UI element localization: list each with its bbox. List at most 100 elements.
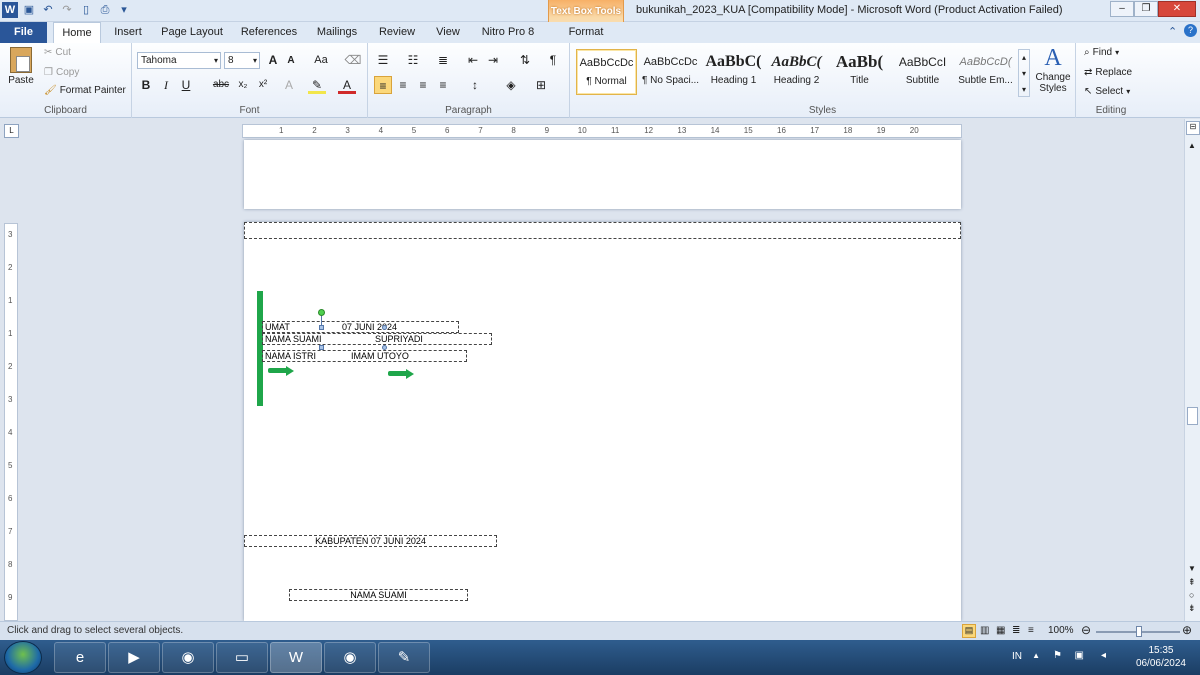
outline-icon[interactable]: ≣ [1012,625,1020,636]
numbering-icon[interactable]: ☷ [404,51,422,69]
flag-icon[interactable]: ⚑ [1053,650,1062,661]
tab-nitro[interactable]: Nitro Pro 8 [476,22,540,43]
text-effects-icon[interactable]: A [280,76,298,94]
tab-references[interactable]: References [236,22,302,43]
multilevel-list-icon[interactable]: ≣ [434,51,452,69]
change-styles-button[interactable]: A Change Styles [1032,45,1074,94]
scrollbar-thumb[interactable] [1187,407,1198,425]
tab-review[interactable]: Review [372,22,422,43]
close-button[interactable]: ✕ [1158,1,1196,17]
style-heading-1[interactable]: AaBbC( Heading 1 [703,49,764,95]
tab-view[interactable]: View [430,22,466,43]
style-subtitle[interactable]: AaBbCcI Subtitle [892,49,953,95]
show-formatting-button[interactable]: ¶ [544,51,562,69]
vertical-ruler[interactable]: 3 2 1 1 2 3 4 5 6 7 8 9 [4,223,18,621]
grow-font-button[interactable]: A [264,51,282,69]
new-doc-icon[interactable]: ▯ [78,2,94,18]
shading-icon[interactable]: ◈ [502,76,520,94]
clock[interactable]: 15:35 06/06/2024 [1136,644,1186,670]
resize-handle[interactable] [382,345,387,350]
draft-icon[interactable]: ≡ [1028,625,1034,636]
istri-textbox[interactable]: NAMA ISTRI IMAM UTOYO [262,350,467,362]
paint-icon[interactable]: ✎ [378,642,430,673]
ribbon-minimize-icon[interactable]: ⌃ [1168,25,1177,38]
align-center-icon[interactable]: ≡ [394,76,412,94]
borders-icon[interactable]: ⊞ [532,76,550,94]
language-indicator[interactable]: IN [1012,651,1022,662]
style-title[interactable]: AaBb( Title [829,49,890,95]
paste-button[interactable]: Paste [6,47,36,86]
show-hidden-icons[interactable]: ▲ [1032,651,1040,660]
replace-button[interactable]: ⇄ Replace [1084,67,1132,78]
italic-button[interactable]: I [157,76,175,94]
resize-handle[interactable] [319,345,324,350]
style-subtle-emphasis[interactable]: AaBbCcD( Subtle Em... [955,49,1016,95]
word-app-icon[interactable]: W [2,2,18,18]
volume-icon[interactable]: ◂ [1101,650,1106,661]
restore-button[interactable]: ❐ [1134,1,1158,17]
file-explorer-icon[interactable]: ▭ [216,642,268,673]
tab-file[interactable]: File [0,22,47,43]
shrink-font-button[interactable]: A [282,52,300,70]
previous-page[interactable] [244,140,961,209]
styles-scroll[interactable]: ▴ ▾ ▾ [1018,49,1030,97]
customize-icon[interactable]: ▾ [116,2,132,18]
vertical-scrollbar[interactable]: ⊟ ▲ ▼ ⇞ ○ ⇟ [1184,119,1200,621]
sort-icon[interactable]: ⇅ [516,51,534,69]
umat-textbox[interactable]: UMAT 07 JUNI 2024 [262,321,459,333]
copy-button[interactable]: ❐ Copy [44,67,79,78]
rotation-handle[interactable] [318,309,325,316]
full-screen-reading-icon[interactable]: ▥ [980,625,989,636]
change-case-button[interactable]: Aa [308,51,334,69]
previous-page-icon[interactable]: ⇞ [1188,577,1196,588]
tab-insert[interactable]: Insert [108,22,148,43]
clear-formatting-icon[interactable]: ⌫ [344,51,362,69]
increase-indent-icon[interactable]: ⇥ [484,51,502,69]
style-normal[interactable]: AaBbCcDc ¶ Normal [576,49,637,95]
help-icon[interactable]: ? [1184,24,1197,37]
print-layout-icon[interactable]: ▤ [962,624,976,638]
web-layout-icon[interactable]: ▦ [996,625,1005,636]
tab-format[interactable]: Format [556,22,616,43]
font-name-combo[interactable]: Tahoma ▾ [137,52,221,69]
ie-icon[interactable]: e [54,642,106,673]
scroll-up-icon[interactable]: ▲ [1188,141,1196,150]
subscript-button[interactable]: x₂ [234,76,252,94]
tab-mailings[interactable]: Mailings [310,22,364,43]
chrome-icon[interactable]: ◉ [324,642,376,673]
justify-icon[interactable]: ≡ [434,76,452,94]
format-painter-button[interactable]: 🖌 Format Painter [44,85,126,96]
cut-button[interactable]: ✂ Cut [44,47,71,58]
decrease-indent-icon[interactable]: ⇤ [464,51,482,69]
tab-page-layout[interactable]: Page Layout [158,22,226,43]
minimize-button[interactable]: – [1110,1,1134,17]
redo-icon[interactable]: ↷ [59,2,75,18]
horizontal-ruler[interactable]: 1 2 3 4 5 6 7 8 9 10 11 12 13 14 15 16 17 18 19 20 [242,124,962,138]
zoom-slider-knob[interactable] [1136,626,1142,637]
next-page-icon[interactable]: ⇟ [1188,603,1196,614]
header-region[interactable] [244,222,961,239]
underline-button[interactable]: U [177,76,195,94]
save-icon[interactable]: ▣ [21,2,37,18]
resize-handle[interactable] [382,325,387,330]
print-preview-icon[interactable]: ⎙ [97,2,113,18]
highlight-icon[interactable]: ✎ [308,76,326,94]
undo-icon[interactable]: ↶ [40,2,56,18]
strikethrough-button[interactable]: abc [208,76,234,94]
find-button[interactable]: ⌕ Find ▾ [1084,47,1119,58]
resize-handle[interactable] [319,325,324,330]
style-heading-2[interactable]: AaBbC( Heading 2 [766,49,827,95]
browse-object-icon[interactable]: ○ [1189,590,1194,600]
start-button[interactable] [4,641,42,674]
kabupaten-textbox[interactable]: KABUPATEN 07 JUNI 2024 [244,535,497,547]
network-icon[interactable]: ▣ [1075,650,1084,661]
zoom-out-icon[interactable]: ⊖ [1081,623,1091,637]
zoom-level[interactable]: 100% [1048,625,1074,636]
align-left-icon[interactable]: ≡ [374,76,392,94]
media-player-icon[interactable]: ▶ [108,642,160,673]
suami-textbox[interactable]: NAMA SUAMI SUPRIYADI [262,333,492,345]
word-icon[interactable]: W [270,642,322,673]
ruler-toggle-icon[interactable]: ⊟ [1186,121,1200,135]
font-size-combo[interactable]: 8 ▾ [224,52,260,69]
font-color-icon[interactable]: A [338,76,356,94]
